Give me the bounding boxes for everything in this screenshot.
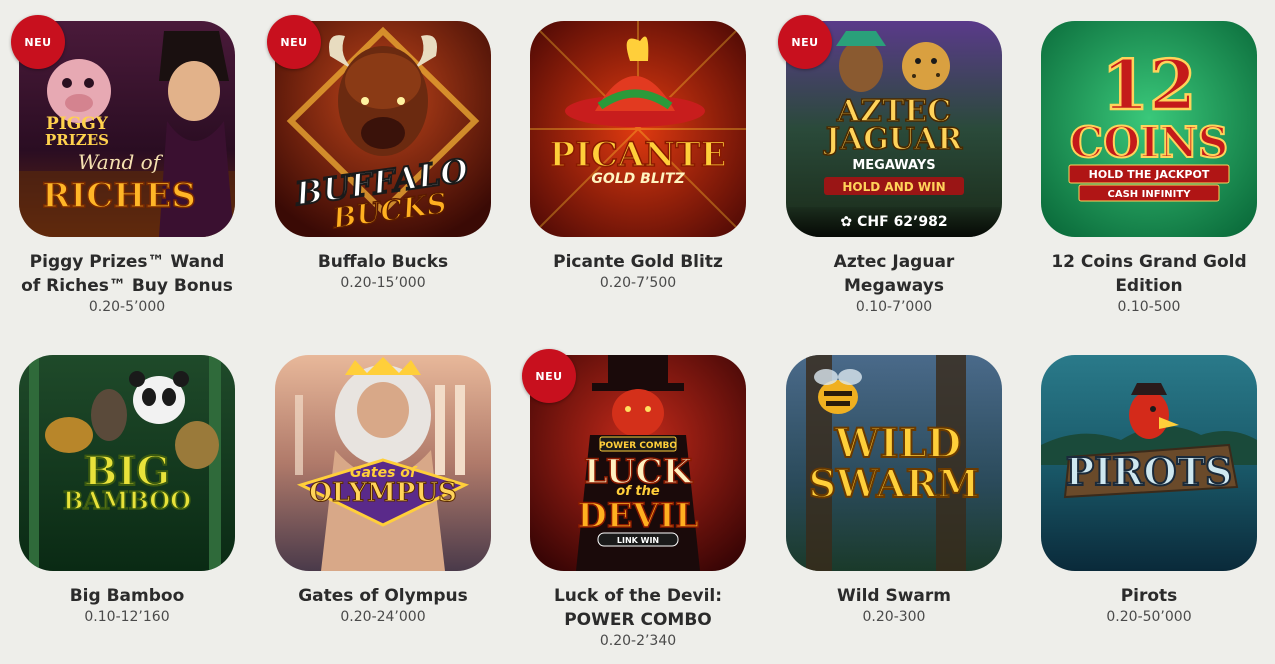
bet-range: 0.10-12’160 [84, 609, 170, 625]
jackpot-amount: CHF 62’982 [857, 214, 948, 230]
game-title[interactable]: Wild Swarm [786, 584, 1002, 608]
jackpot-icon: ✿ [840, 214, 853, 230]
art-text: HOLD THE JACKPOT [1089, 168, 1210, 181]
new-badge: NEU [522, 349, 576, 403]
art-text: MEGAWAYS [852, 158, 935, 173]
game-title[interactable]: 12 Coins Grand Gold Edition [1041, 250, 1257, 298]
new-badge: NEU [778, 15, 832, 69]
game-card[interactable]: NEU PIGGY PRIZES Wand of RICHES Piggy Pr… [11, 15, 235, 316]
game-title[interactable]: Pirots [1041, 584, 1257, 608]
art-text: PRIZES [45, 131, 109, 149]
bet-range: 0.20-300 [862, 609, 926, 625]
bet-range: 0.20-24’000 [340, 609, 426, 625]
game-title[interactable]: Aztec Jaguar Megaways [786, 250, 1002, 298]
art-text: Wand of [78, 150, 164, 174]
game-card[interactable]: NEU AZTEC JAGUAR MEGAWAYS HOLD AND WIN ✿… [778, 15, 1002, 316]
art-text: HOLD AND WIN [842, 180, 945, 194]
bet-range: 0.10-7’000 [855, 299, 933, 315]
new-badge: NEU [267, 15, 321, 69]
game-card[interactable]: Gates of OLYMPUS Gates of Olympus 0.20-2… [275, 355, 491, 626]
bet-range: 0.20-7’500 [599, 275, 677, 291]
game-card[interactable]: NEU BUFFALO BUCKS Buffalo Bucks 0.20-15’… [267, 15, 491, 292]
game-card[interactable]: WILD SWARM Wild Swarm 0.20-300 [786, 355, 1002, 626]
game-thumbnail[interactable]: PICANTE GOLD BLITZ [530, 21, 746, 237]
art-text: CASH INFINITY [1108, 189, 1192, 200]
bet-range: 0.20-2’340 [599, 633, 677, 649]
game-card[interactable]: PICANTE GOLD BLITZ Picante Gold Blitz 0.… [530, 21, 746, 292]
art-text: COINS [1070, 118, 1228, 167]
game-card[interactable]: PIROTS Pirots 0.20-50’000 [1041, 355, 1257, 626]
game-thumbnail[interactable]: BIG BAMBOO [19, 355, 235, 571]
art-text: 12 [1102, 46, 1197, 126]
game-card[interactable]: BIG BAMBOO Big Bamboo 0.10-12’160 [19, 355, 235, 626]
game-title[interactable]: Luck of the Devil: POWER COMBO [530, 584, 746, 632]
art-text: JAGUAR [823, 122, 964, 157]
game-title[interactable]: Piggy Prizes™ Wand of Riches™ Buy Bonus [19, 250, 235, 298]
game-thumbnail[interactable]: 12 COINS HOLD THE JACKPOT CASH INFINITY [1041, 21, 1257, 237]
art-text: LINK WIN [617, 536, 659, 545]
art-text: OLYMPUS [309, 478, 457, 508]
game-title[interactable]: Big Bamboo [19, 584, 235, 608]
game-thumbnail[interactable]: Gates of OLYMPUS [275, 355, 491, 571]
bet-range: 0.20-5’000 [88, 299, 166, 315]
art-text: RICHES [42, 176, 196, 216]
bet-range: 0.20-50’000 [1106, 609, 1192, 625]
game-thumbnail[interactable]: PIROTS [1041, 355, 1257, 571]
game-title[interactable]: Buffalo Bucks [275, 250, 491, 274]
game-grid: NEU PIGGY PRIZES Wand of RICHES Piggy Pr… [0, 0, 1275, 664]
art-text: WILD [834, 420, 961, 467]
bet-range: 0.10-500 [1117, 299, 1181, 315]
art-text: PICANTE [549, 135, 726, 175]
new-badge: NEU [11, 15, 65, 69]
game-title[interactable]: Picante Gold Blitz [530, 250, 746, 274]
game-title[interactable]: Gates of Olympus [275, 584, 491, 608]
art-text: SWARM [809, 461, 980, 506]
art-text: BAMBOO [63, 486, 191, 515]
jackpot-overlay: ✿ CHF 62’982 [786, 207, 1002, 237]
art-text: PIROTS [1066, 449, 1233, 494]
art-text: GOLD BLITZ [591, 171, 685, 187]
art-text: POWER COMBO [599, 441, 677, 451]
game-thumbnail[interactable]: WILD SWARM [786, 355, 1002, 571]
game-card[interactable]: 12 COINS HOLD THE JACKPOT CASH INFINITY … [1041, 21, 1257, 316]
game-card[interactable]: NEU POWER COMBO LUCK of the DEVIL LINK W… [522, 349, 746, 650]
bet-range: 0.20-15’000 [340, 275, 426, 291]
art-text: DEVIL [577, 496, 699, 536]
